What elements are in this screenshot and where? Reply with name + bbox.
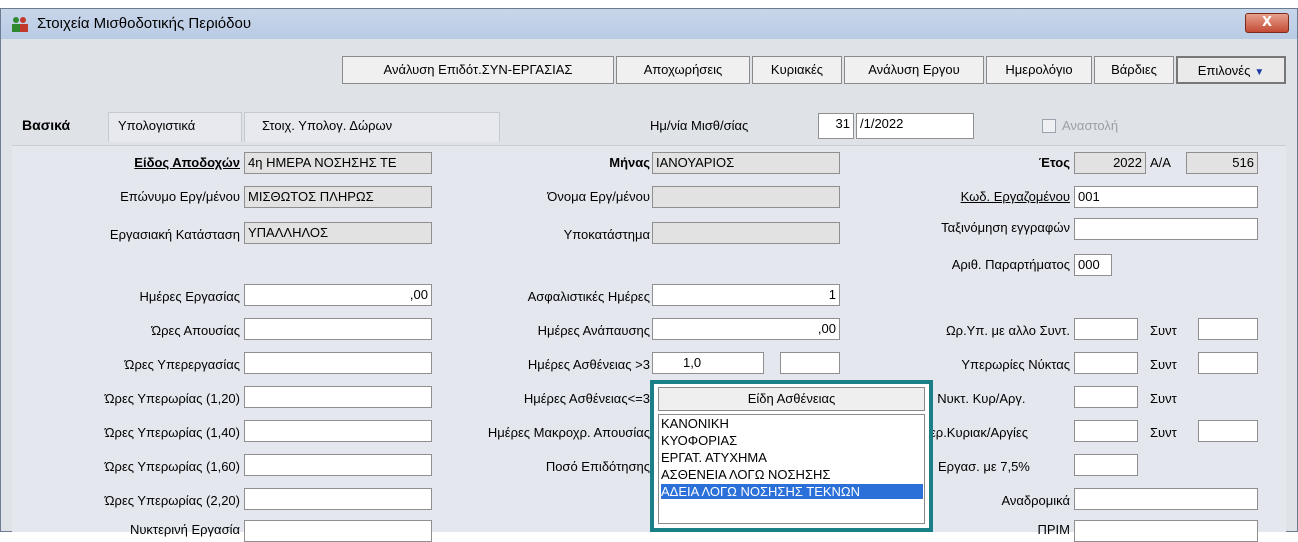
surname-field[interactable]: ΜΙΣΘΩΤΟΣ ΠΛΗΡΩΣ [244,186,432,208]
sunday-holidays-label: ερ.Κυριακ/Αργίες [930,425,1029,440]
contract-label-1: Συντ [1150,323,1177,338]
suspend-checkbox[interactable] [1042,119,1056,133]
list-item[interactable]: ΑΣΘΕΝΕΙΑ ΛΟΓΩ ΝΟΣΗΣΗΣ [661,467,830,482]
sick-days-gt3-extra-field[interactable] [780,352,840,374]
options-button[interactable]: Επιλονές ▼ [1176,56,1286,84]
overtime-other-contract-label: Ωρ.Υπ. με αλλο Συντ. [945,323,1070,338]
work-analysis-button[interactable]: Ανάλυση Εργου [844,56,984,84]
records-sort-field[interactable] [1074,218,1258,240]
tab-basic[interactable]: Βασικά [22,117,70,133]
branch-label: Υποκατάστημα [563,227,650,242]
overtime-140-field[interactable] [244,420,432,442]
work-status-label: Εργασιακή Κατάσταση [109,227,240,242]
shifts-button[interactable]: Βάρδιες [1094,56,1174,84]
night-sunday-field[interactable] [1074,386,1138,408]
surname-label: Επώνυμο Εργ/μένου [120,189,240,204]
first-name-label: Όνομα Εργ/μένου [547,189,650,204]
employee-code-field[interactable]: 001 [1074,186,1258,208]
options-label: Επιλονές [1197,63,1251,78]
work-75-label: Εργασ. με 7,5% [938,459,1030,474]
sickness-types-header[interactable]: Είδη Ασθένειας [658,387,925,411]
overwork-hours-field[interactable] [244,352,432,374]
absence-hours-field[interactable] [244,318,432,340]
contract-label-3: Συντ [1150,391,1177,406]
first-name-field[interactable] [652,186,840,208]
payroll-date-label: Ημ/νία Μισθ/σίας [650,118,749,133]
night-overtime-field[interactable] [1074,352,1138,374]
work-status-field[interactable]: ΥΠΑΛΛΗΛΟΣ [244,222,432,244]
overtime-120-field[interactable] [244,386,432,408]
year-field[interactable]: 2022 [1074,152,1146,174]
month-label: Μήνας [609,155,650,170]
list-item[interactable]: ΕΡΓΑΤ. ΑΤΥΧΗΜΑ [661,450,767,465]
contract-field-1[interactable] [1198,318,1258,340]
payroll-date-rest[interactable]: /1/2022 [856,113,974,139]
contract-field-4[interactable] [1198,420,1258,442]
long-absence-days-label: Ημέρες Μακροχρ. Απουσίας [487,425,650,440]
overtime-220-field[interactable] [244,488,432,510]
contract-field-2[interactable] [1198,352,1258,374]
work-days-field[interactable]: ,00 [244,284,432,306]
contract-label-4: Συντ [1150,425,1177,440]
overtime-120-label: Ώρες Υπερωρίας (1,20) [104,391,240,406]
overtime-other-contract-field[interactable] [1074,318,1138,340]
sundays-button[interactable]: Κυριακές [752,56,842,84]
payroll-date-day[interactable]: 31 [818,113,854,139]
tab-computational[interactable]: Υπολογιστικά [118,118,195,133]
overtime-160-label: Ώρες Υπερωρίας (1,60) [104,459,240,474]
annex-number-label: Αριθ. Παραρτήματος [951,257,1070,272]
branch-field[interactable] [652,222,840,244]
overtime-140-label: Ώρες Υπερωρίας (1,40) [104,425,240,440]
list-item[interactable]: ΚΥΟΦΟΡΙΑΣ [661,433,737,448]
prim-field[interactable] [1074,520,1258,542]
list-item-selected[interactable]: ΑΔΕΙΑ ΛΟΓΩ ΝΟΣΗΣΗΣ ΤΕΚΝΩΝ [661,484,923,499]
overtime-220-label: Ώρες Υπερωρίας (2,20) [104,493,240,508]
close-button[interactable]: X [1245,13,1289,33]
annex-number-field[interactable]: 000 [1074,254,1112,276]
sickness-types-dropdown[interactable]: Είδη Ασθένειας ΚΑΝΟΝΙΚΗ ΚΥΟΦΟΡΙΑΣ ΕΡΓΑΤ.… [650,380,933,532]
records-sort-label: Ταξινόμηση εγγραφών [941,220,1070,235]
absence-hours-label: Ώρες Απουσίας [151,323,240,338]
income-type-label[interactable]: Είδος Αποδοχών [92,155,240,170]
sickness-types-list[interactable]: ΚΑΝΟΝΙΚΗ ΚΥΟΦΟΡΙΑΣ ΕΡΓΑΤ. ΑΤΥΧΗΜΑ ΑΣΘΕΝΕ… [658,414,925,524]
suspend-label: Αναστολή [1062,118,1119,133]
overtime-160-field[interactable] [244,454,432,476]
rest-days-field[interactable]: ,00 [652,318,840,340]
subsidy-analysis-button[interactable]: Ανάλυση Επιδότ.ΣΥΝ-ΕΡΓΑΣΙΑΣ [342,56,614,84]
aa-label: Α/Α [1150,155,1171,170]
sick-days-gt3-label: Ημέρες Ασθένειας >3 [527,357,650,372]
list-item[interactable]: ΚΑΝΟΝΙΚΗ [661,416,729,431]
work-75-field[interactable] [1074,454,1138,476]
dropdown-arrow-icon: ▼ [1254,67,1265,78]
night-work-field[interactable] [244,520,432,542]
title-bar: Στοιχεία Μισθοδοτικής Περιόδου X [1,9,1297,39]
sunday-holidays-field[interactable] [1074,420,1138,442]
sick-days-le3-label: Ημέρες Ασθένειας<=3 [523,391,650,406]
retroactive-field[interactable] [1074,488,1258,510]
calendar-button[interactable]: Ημερολόγιο [986,56,1092,84]
night-overtime-label: Υπερωρίες Νύκτας [961,357,1070,372]
employee-code-label[interactable]: Κωδ. Εργαζομένου [880,189,1070,204]
month-field[interactable]: ΙΑΝΟΥΑΡΙΟΣ [652,152,840,174]
work-days-label: Ημέρες Εργασίας [139,289,240,304]
contract-label-2: Συντ [1150,357,1177,372]
subsidy-amount-label: Ποσό Επιδότησης [545,459,650,474]
tab-gifts-calc[interactable]: Στοιχ. Υπολογ. Δώρων [262,118,392,133]
sick-days-gt3-field[interactable]: 1,0 [652,352,764,374]
aa-field[interactable]: 516 [1186,152,1258,174]
rest-days-label: Ημέρες Ανάπαυσης [537,323,650,338]
window-title: Στοιχεία Μισθοδοτικής Περιόδου [37,15,252,32]
night-work-label: Νυκτερινή Εργασία [129,522,240,537]
night-sunday-label: . Νυκτ. Κυρ/Αργ. [930,391,1026,406]
insurance-days-label: Ασφαλιστικές Ημέρες [527,289,650,304]
departures-button[interactable]: Αποχωρήσεις [616,56,750,84]
insurance-days-field[interactable]: 1 [652,284,840,306]
income-type-field[interactable]: 4η ΗΜΕΡΑ ΝΟΣΗΣΗΣ ΤΕ [244,152,432,174]
overwork-hours-label: Ώρες Υπερεργασίας [124,357,240,372]
people-icon [12,17,28,32]
year-label: Έτος [1038,155,1070,170]
